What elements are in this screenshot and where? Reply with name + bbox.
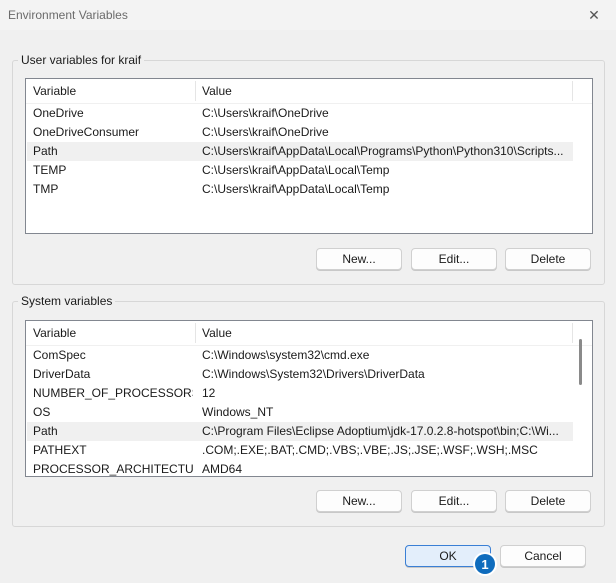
scrollbar-thumb[interactable] [579,339,582,385]
variable-value-cell: C:\Users\kraif\AppData\Local\Temp [202,182,390,196]
user-edit-button[interactable]: Edit... [411,248,497,270]
close-icon[interactable]: ✕ [574,2,614,28]
variable-value-cell: C:\Users\kraif\AppData\Local\Temp [202,163,390,177]
user-variables-label: User variables for kraif [18,53,145,67]
variable-name-cell: TMP [33,182,59,196]
system-delete-button[interactable]: Delete [505,490,591,512]
vertical-scrollbar[interactable] [576,321,584,476]
variable-name-cell: ComSpec [33,348,86,362]
system-variables-label: System variables [18,294,116,308]
variable-name-cell: Path [33,144,58,158]
table-row[interactable]: PROCESSOR_ARCHITECTURE AMD64 [27,460,573,476]
table-row[interactable]: TMP C:\Users\kraif\AppData\Local\Temp [27,180,573,199]
system-new-button[interactable]: New... [316,490,402,512]
column-divider[interactable] [572,81,573,101]
table-row[interactable]: DriverData C:\Windows\System32\Drivers\Dr… [27,365,573,384]
title-bar: Environment Variables ✕ [0,0,616,30]
step-number-badge: 1 [475,554,495,574]
variable-value-cell: C:\Windows\System32\Drivers\DriverData [202,367,425,381]
system-edit-button[interactable]: Edit... [411,490,497,512]
table-row[interactable]: PATHEXT .COM;.EXE;.BAT;.CMD;.VBS;.VBE;.JS… [27,441,573,460]
variable-value-cell: Windows_NT [202,405,274,419]
variable-name-cell: DriverData [33,367,91,381]
table-row[interactable]: Path C:\Program Files\Eclipse Adoptium\jd… [27,422,573,441]
column-divider[interactable] [572,323,573,343]
user-variables-list[interactable]: Variable Value OneDrive C:\Users\kraif\On… [25,78,593,234]
variable-value-cell: .COM;.EXE;.BAT;.CMD;.VBS;.VBE;.JS;.JSE;.… [202,443,538,457]
variable-value-cell: C:\Users\kraif\OneDrive [202,125,329,139]
list-header: Variable Value [26,321,592,346]
table-row[interactable]: ComSpec C:\Windows\system32\cmd.exe [27,346,573,365]
variable-name-cell: OS [33,405,51,419]
table-row[interactable]: TEMP C:\Users\kraif\AppData\Local\Temp [27,161,573,180]
table-row[interactable]: NUMBER_OF_PROCESSORS 12 [27,384,573,403]
column-header-variable[interactable]: Variable [27,321,76,345]
variable-name-cell: TEMP [33,163,67,177]
table-row[interactable]: Path C:\Users\kraif\AppData\Local\Program… [27,142,573,161]
variable-name-cell: OneDriveConsumer [33,125,140,139]
cancel-button[interactable]: Cancel [500,545,586,567]
variable-name-cell: Path [33,424,58,438]
variable-value-cell: C:\Users\kraif\OneDrive [202,106,329,120]
user-new-button[interactable]: New... [316,248,402,270]
column-header-variable[interactable]: Variable [27,79,76,103]
column-header-value[interactable]: Value [196,79,232,103]
variable-value-cell: C:\Users\kraif\AppData\Local\Programs\Py… [202,144,564,158]
variable-value-cell: C:\Program Files\Eclipse Adoptium\jdk-17… [202,424,559,438]
variable-name-cell: OneDrive [33,106,84,120]
variable-value-cell: C:\Windows\system32\cmd.exe [202,348,370,362]
table-row[interactable]: OneDrive C:\Users\kraif\OneDrive [27,104,573,123]
variable-value-cell: 12 [202,386,216,400]
list-header: Variable Value [26,79,592,104]
system-variables-list[interactable]: Variable Value ComSpec C:\Windows\system3… [25,320,593,477]
variable-value-cell: AMD64 [202,462,243,476]
window-title: Environment Variables [8,8,128,22]
user-delete-button[interactable]: Delete [505,248,591,270]
table-row[interactable]: OneDriveConsumer C:\Users\kraif\OneDrive [27,123,573,142]
variable-name-cell: PATHEXT [33,443,87,457]
table-row[interactable]: OS Windows_NT [27,403,573,422]
column-header-value[interactable]: Value [196,321,232,345]
variable-name-cell: PROCESSOR_ARCHITECTURE [33,462,193,476]
variable-name-cell: NUMBER_OF_PROCESSORS [33,386,193,400]
